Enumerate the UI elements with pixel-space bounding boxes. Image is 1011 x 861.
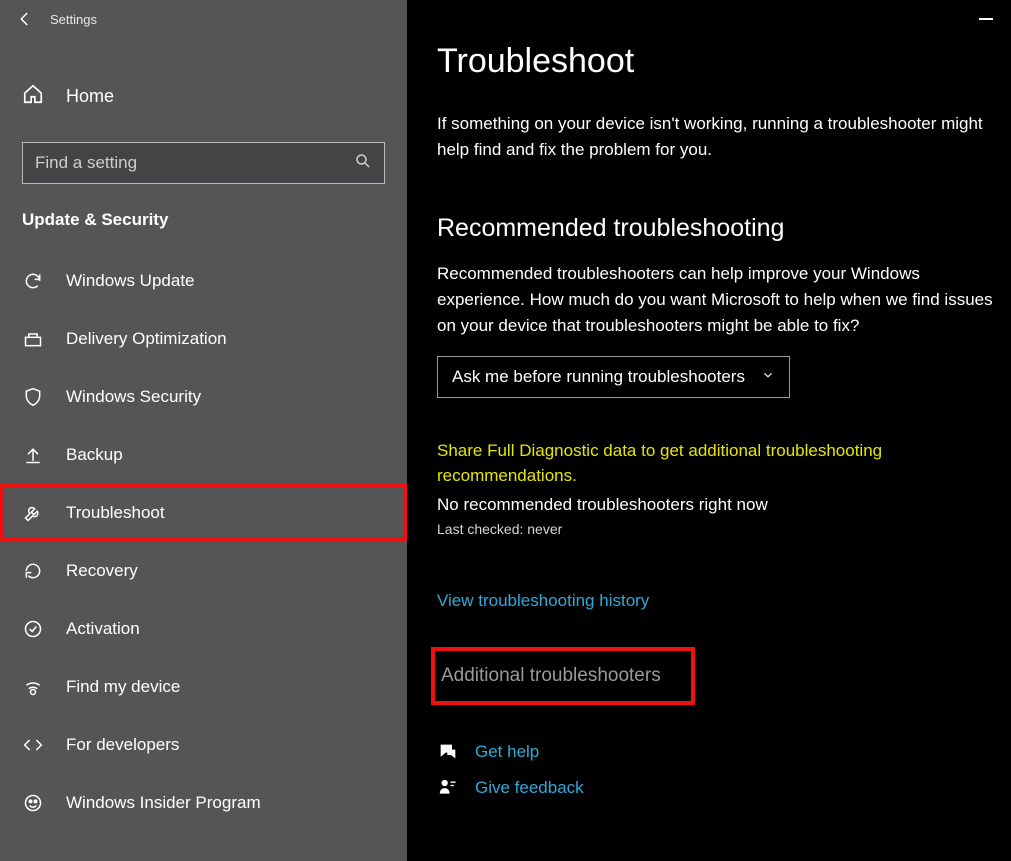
insider-icon bbox=[22, 792, 44, 814]
sidebar: Settings Home Update & Security Windows … bbox=[0, 0, 407, 861]
section-title: Recommended troubleshooting bbox=[437, 214, 1001, 243]
sidebar-item-label: Recovery bbox=[66, 561, 138, 581]
sidebar-item-label: Backup bbox=[66, 445, 123, 465]
sidebar-item-troubleshoot[interactable]: Troubleshoot bbox=[0, 484, 407, 542]
sidebar-item-for-developers[interactable]: For developers bbox=[0, 716, 407, 774]
nav-list: Windows Update Delivery Optimization Win… bbox=[0, 252, 407, 832]
category-label: Update & Security bbox=[0, 184, 407, 252]
additional-troubleshooters-link[interactable]: Additional troubleshooters bbox=[431, 647, 695, 705]
sync-icon bbox=[22, 270, 44, 292]
view-history-link[interactable]: View troubleshooting history bbox=[437, 591, 1001, 611]
feedback-icon bbox=[437, 777, 459, 799]
dropdown-value: Ask me before running troubleshooters bbox=[452, 367, 745, 387]
sidebar-item-label: Troubleshoot bbox=[66, 503, 165, 523]
sidebar-item-label: For developers bbox=[66, 735, 179, 755]
sidebar-item-activation[interactable]: Activation bbox=[0, 600, 407, 658]
window-title: Settings bbox=[50, 12, 97, 27]
delivery-icon bbox=[22, 328, 44, 350]
last-checked-text: Last checked: never bbox=[437, 521, 1001, 537]
sidebar-item-label: Activation bbox=[66, 619, 140, 639]
sidebar-item-label: Delivery Optimization bbox=[66, 329, 227, 349]
main-content: Troubleshoot If something on your device… bbox=[407, 0, 1011, 861]
home-button[interactable]: Home bbox=[0, 68, 407, 124]
sidebar-item-delivery-optimization[interactable]: Delivery Optimization bbox=[0, 310, 407, 368]
get-help-row[interactable]: Get help bbox=[437, 741, 1001, 763]
location-icon bbox=[22, 676, 44, 698]
titlebar: Settings bbox=[0, 0, 407, 38]
search-box[interactable] bbox=[22, 142, 385, 184]
give-feedback-row[interactable]: Give feedback bbox=[437, 777, 1001, 799]
sidebar-item-label: Find my device bbox=[66, 677, 180, 697]
check-circle-icon bbox=[22, 618, 44, 640]
section-description: Recommended troubleshooters can help imp… bbox=[437, 261, 1001, 340]
chat-icon bbox=[437, 741, 459, 763]
sidebar-item-backup[interactable]: Backup bbox=[0, 426, 407, 484]
minimize-button[interactable] bbox=[979, 18, 993, 20]
no-recommended-text: No recommended troubleshooters right now bbox=[437, 495, 1001, 515]
recovery-icon bbox=[22, 560, 44, 582]
wrench-icon bbox=[22, 502, 44, 524]
sidebar-item-label: Windows Update bbox=[66, 271, 195, 291]
home-label: Home bbox=[66, 86, 114, 107]
get-help-link: Get help bbox=[475, 742, 539, 762]
page-description: If something on your device isn't workin… bbox=[437, 111, 1001, 164]
sidebar-item-windows-update[interactable]: Windows Update bbox=[0, 252, 407, 310]
sidebar-item-find-my-device[interactable]: Find my device bbox=[0, 658, 407, 716]
search-icon bbox=[354, 152, 372, 175]
troubleshooter-preference-dropdown[interactable]: Ask me before running troubleshooters bbox=[437, 356, 790, 398]
search-wrap bbox=[22, 142, 385, 184]
backup-icon bbox=[22, 444, 44, 466]
sidebar-item-label: Windows Insider Program bbox=[66, 793, 261, 813]
sidebar-item-windows-security[interactable]: Windows Security bbox=[0, 368, 407, 426]
search-input[interactable] bbox=[35, 153, 354, 173]
home-icon bbox=[22, 83, 44, 110]
back-button[interactable] bbox=[0, 0, 50, 38]
sidebar-item-label: Windows Security bbox=[66, 387, 201, 407]
chevron-down-icon bbox=[761, 367, 775, 387]
sidebar-item-recovery[interactable]: Recovery bbox=[0, 542, 407, 600]
share-diagnostic-link[interactable]: Share Full Diagnostic data to get additi… bbox=[437, 438, 1001, 489]
give-feedback-link: Give feedback bbox=[475, 778, 584, 798]
sidebar-item-windows-insider[interactable]: Windows Insider Program bbox=[0, 774, 407, 832]
page-title: Troubleshoot bbox=[437, 42, 1001, 81]
code-icon bbox=[22, 734, 44, 756]
shield-icon bbox=[22, 386, 44, 408]
